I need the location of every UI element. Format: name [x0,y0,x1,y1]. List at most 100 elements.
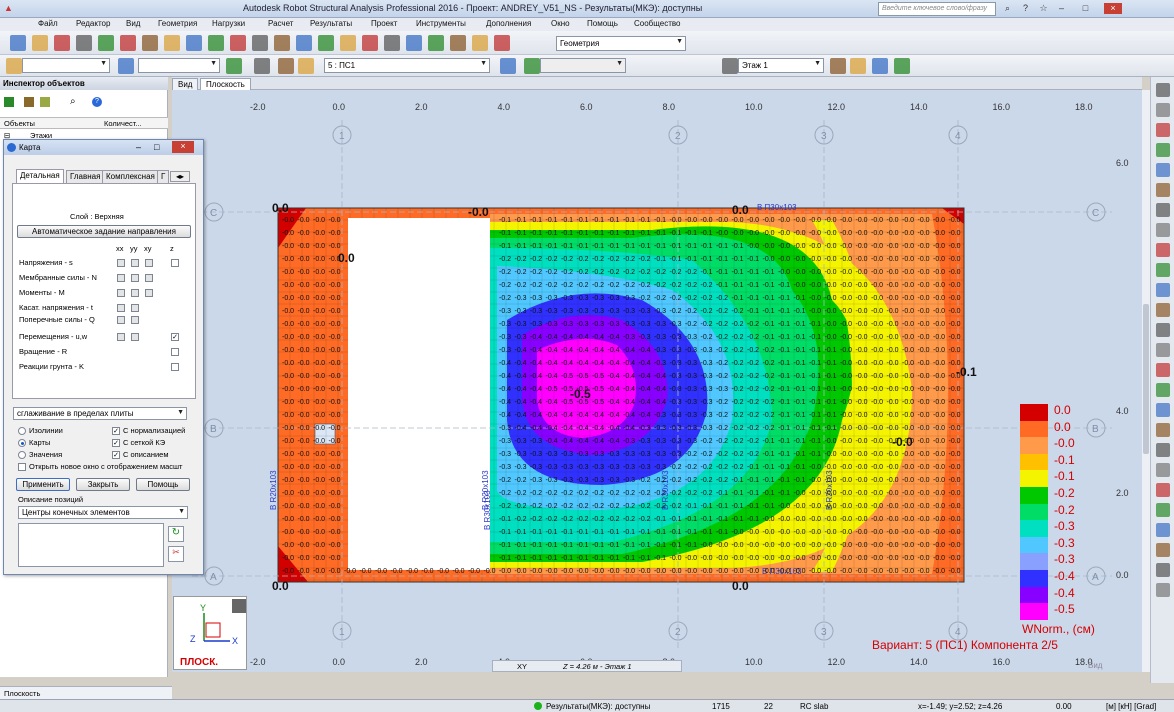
toolbar-icon-14[interactable] [318,35,334,51]
toolbar-icon-22[interactable] [494,35,510,51]
toolbar-icon-0[interactable] [10,35,26,51]
menu-item-8[interactable]: Инструменты [416,19,466,28]
toolbar-icon-1[interactable] [32,35,48,51]
checkbox-r0-c1[interactable] [131,259,139,267]
close-icon[interactable]: × [172,141,194,153]
tab-plane-bottom[interactable]: Плоскость [4,689,40,698]
minimize-icon[interactable]: – [1056,3,1067,14]
vertical-scrollbar[interactable] [1142,90,1150,672]
xy-plane-label[interactable]: XY [517,662,527,671]
toolbar2-icon-2[interactable] [226,58,242,74]
toolbar-icon-16[interactable] [362,35,378,51]
maximize-icon[interactable]: □ [1080,3,1091,14]
menu-item-9[interactable]: Дополнения [486,19,531,28]
search-input[interactable]: Введите ключевое слово/фразу [878,2,996,16]
storey-combo[interactable]: Этаж 1 ▼ [738,58,824,73]
maximize-icon[interactable]: □ [154,142,159,152]
menu-item-12[interactable]: Сообщество [634,19,680,28]
checkbox-description[interactable]: ✓ [112,451,120,459]
column-objects[interactable]: Объекты [4,119,35,128]
toolbar-icon-20[interactable] [450,35,466,51]
tab-view[interactable]: Вид [172,78,199,90]
right-tool-icon-17[interactable] [1156,423,1170,437]
position-list[interactable] [18,523,164,567]
toolbar-icon-17[interactable] [384,35,400,51]
position-combo[interactable]: Центры конечных элементов ▼ [18,506,188,519]
menu-item-4[interactable]: Нагрузки [212,19,245,28]
checkbox-normalization[interactable]: ✓ [112,427,120,435]
toolbar-icon-19[interactable] [428,35,444,51]
checkbox-r0-c3[interactable] [171,259,179,267]
right-tool-icon-3[interactable] [1156,143,1170,157]
checkbox-r0-c2[interactable] [145,259,153,267]
toolbar2-icon-9[interactable] [830,58,846,74]
right-tool-icon-1[interactable] [1156,103,1170,117]
toolbar2-icon-6[interactable] [500,58,516,74]
tab-more[interactable]: Г [157,170,170,183]
view-cube-icon[interactable] [232,599,246,613]
right-tool-icon-0[interactable] [1156,83,1170,97]
app-logo-icon[interactable]: ▲ [3,3,14,14]
info-icon[interactable]: ☆ [1038,3,1049,14]
checkbox-new-window[interactable] [18,463,26,471]
help-icon[interactable]: ? [1020,3,1031,14]
column-count[interactable]: Количест... [104,119,142,128]
toolbar2-icon-7[interactable] [524,58,540,74]
toolbar-icon-10[interactable] [230,35,246,51]
menu-item-5[interactable]: Расчет [268,19,293,28]
right-tool-icon-14[interactable] [1156,363,1170,377]
selection-combo[interactable]: ▼ [22,58,110,73]
toolbar-icon-5[interactable] [120,35,136,51]
tab-scroll-arrows[interactable]: ◂▸ [170,171,190,182]
minimize-icon[interactable]: – [136,142,141,152]
right-tool-icon-25[interactable] [1156,583,1170,597]
toolbar-icon-21[interactable] [472,35,488,51]
checkbox-r3-c1[interactable] [131,304,139,312]
right-tool-icon-4[interactable] [1156,163,1170,177]
help-icon[interactable]: ? [92,97,102,107]
radio-isolines[interactable] [18,427,26,435]
checkbox-r6-c3[interactable] [171,348,179,356]
menu-item-2[interactable]: Вид [126,19,140,28]
toolbar2-icon-8[interactable] [722,58,738,74]
checkbox-r1-c2[interactable] [145,274,153,282]
checkbox-r1-c0[interactable] [117,274,125,282]
auto-direction-button[interactable]: Автоматическое задание направления [17,225,191,238]
menu-item-1[interactable]: Редактор [76,19,110,28]
toolbar2-icon-12[interactable] [894,58,910,74]
checkbox-r5-c3[interactable]: ✓ [171,333,179,341]
right-tool-icon-6[interactable] [1156,203,1170,217]
menu-item-7[interactable]: Проект [371,19,397,28]
menu-item-3[interactable]: Геометрия [158,19,197,28]
toolbar-icon-9[interactable] [208,35,224,51]
toolbar2-icon-5[interactable] [298,58,314,74]
right-tool-icon-9[interactable] [1156,263,1170,277]
right-tool-icon-19[interactable] [1156,463,1170,477]
help-button[interactable]: Помощь [136,478,190,491]
toolbar-icon-2[interactable] [54,35,70,51]
right-tool-icon-18[interactable] [1156,443,1170,457]
checkbox-r7-c3[interactable] [171,363,179,371]
smoothing-combo[interactable]: сглаживание в пределах плиты ▼ [13,407,187,420]
checkbox-fe-grid[interactable]: ✓ [112,439,120,447]
toolbar-icon-15[interactable] [340,35,356,51]
toolbar-icon-11[interactable] [252,35,268,51]
right-tool-icon-15[interactable] [1156,383,1170,397]
filter-icon[interactable] [4,97,14,107]
apply-button[interactable]: Применить [16,478,70,491]
toolbar-icon-4[interactable] [98,35,114,51]
radio-values[interactable] [18,451,26,459]
right-tool-icon-7[interactable] [1156,223,1170,237]
load-case-combo[interactable]: 5 : ПС1 ▼ [324,58,490,73]
right-tool-icon-13[interactable] [1156,343,1170,357]
close-button[interactable]: Закрыть [76,478,130,491]
menu-item-11[interactable]: Помощь [587,19,618,28]
checkbox-r2-c1[interactable] [131,289,139,297]
toolbar-icon-12[interactable] [274,35,290,51]
contour-map[interactable]: 11223344CCBBAA-2.0-2.00.00.02.02.04.04.0… [172,90,1142,672]
tab-plane[interactable]: Плоскость [200,78,251,90]
plot-area[interactable]: 11223344CCBBAA-2.0-2.00.00.02.02.04.04.0… [172,90,1142,672]
right-tool-icon-11[interactable] [1156,303,1170,317]
toolbar-icon-13[interactable] [296,35,312,51]
toolbar2-icon-1[interactable] [118,58,134,74]
